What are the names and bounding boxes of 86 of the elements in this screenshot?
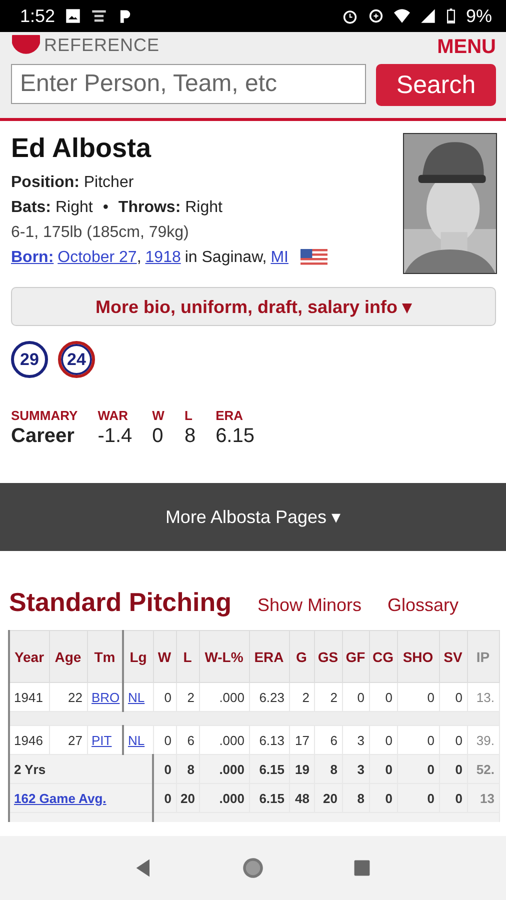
image-icon [65,8,82,24]
place-text: in Saginaw, [184,248,267,266]
site-logo[interactable]: REFERENCE [44,36,160,54]
summary-value: 6.15 [216,425,254,448]
more-pages-button[interactable]: More Albosta Pages ▾ [0,483,506,551]
battery-icon [446,8,456,24]
table-cell: 48 [289,784,314,812]
alarm-icon [342,8,358,24]
summary-header: W [152,408,164,423]
team-link[interactable]: BRO [92,690,120,704]
wifi-icon [394,8,410,24]
table-cell: 20 [314,784,342,812]
summary-header: L [184,408,194,423]
search-field[interactable]: Enter Person, Team, etc [11,64,366,104]
summary-value: -1.4 [98,425,132,448]
flag-icon [300,248,328,266]
column-header[interactable]: CG [369,630,397,682]
column-header[interactable]: G [289,630,314,682]
table-cell: 0 [439,754,467,784]
table-cell: 0 [153,754,176,784]
section-title: Standard Pitching [9,587,232,618]
column-header[interactable]: L [176,630,199,682]
column-header[interactable]: W [153,630,176,682]
column-header[interactable]: SHO [397,630,439,682]
column-header[interactable]: Lg [123,630,153,682]
table-cell: .000 [199,754,249,784]
player-name: Ed Albosta [11,133,152,164]
section-link[interactable]: Glossary [388,595,459,616]
summary-value: 0 [152,425,164,448]
born-link[interactable]: Born: [11,248,54,266]
bio-field: Position: Pitcher [11,174,134,192]
column-header[interactable]: Age [49,630,87,682]
home-icon[interactable] [242,857,264,879]
column-header[interactable]: ERA [249,630,289,682]
summary-value: Career [11,425,76,448]
signal-icon [420,8,436,24]
bio-text: 6-1, 175lb (185cm, 79kg) [11,222,190,242]
table-cell: 19 [289,754,314,784]
summary-header: SUMMARY [11,408,78,423]
search-button[interactable]: Search [376,64,496,106]
table-cell: .000 [199,784,249,812]
table-cell: 0 [439,784,467,812]
uniform-number[interactable]: 29 [11,341,48,378]
separator-dot: • [102,198,108,216]
table-cell: 3 [342,754,369,784]
table-cell: 6.15 [249,754,289,784]
comma-text: , [136,248,142,266]
table-cell: 52. [467,754,499,784]
year-link[interactable]: 1918 [145,248,181,266]
table-cell: 8 [314,754,342,784]
more-info-button[interactable]: More bio, uniform, draft, salary info ▾ [11,287,496,326]
team-link[interactable]: NL [128,732,145,748]
average-link[interactable]: 162 Game Avg. [14,790,106,806]
summary-header: WAR [98,408,130,423]
summary-value: 8 [184,425,196,448]
column-header[interactable]: W-L% [199,630,249,682]
column-header[interactable]: GF [342,630,369,682]
state-link[interactable]: MI [270,248,288,266]
notification-icon [91,8,108,24]
menu-button[interactable]: MENU [437,34,496,56]
column-header[interactable]: Year [9,630,49,682]
table-cell: 8 [176,754,199,784]
status-time: 1:52 [20,6,56,26]
battery-percent: 9% [466,6,492,26]
table-cell: 20 [176,784,199,812]
table-cell: 13 [467,784,499,812]
team-link[interactable]: NL [128,690,145,704]
table-cell: 0 [153,784,176,812]
table-cell: 0 [397,784,439,812]
total-label: 2 Yrs [14,762,46,776]
uniform-number[interactable]: 24 [58,341,95,378]
bio-field: Throws: Right [118,198,222,216]
column-header[interactable]: SV [439,630,467,682]
column-header[interactable]: GS [314,630,342,682]
table-cell: 8 [342,784,369,812]
data-saver-icon [368,8,384,24]
table-cell: 6.15 [249,784,289,812]
table-cell: 0 [369,784,397,812]
table-cell: 0 [369,754,397,784]
section-link[interactable]: Show Minors [257,595,362,616]
table-cell: 0 [397,754,439,784]
date-link[interactable]: October 27 [58,248,137,266]
column-header[interactable]: Tm [87,630,123,682]
team-link[interactable]: PIT [92,732,112,748]
bio-field: Bats: Right [11,198,93,216]
summary-header: ERA [216,408,244,423]
